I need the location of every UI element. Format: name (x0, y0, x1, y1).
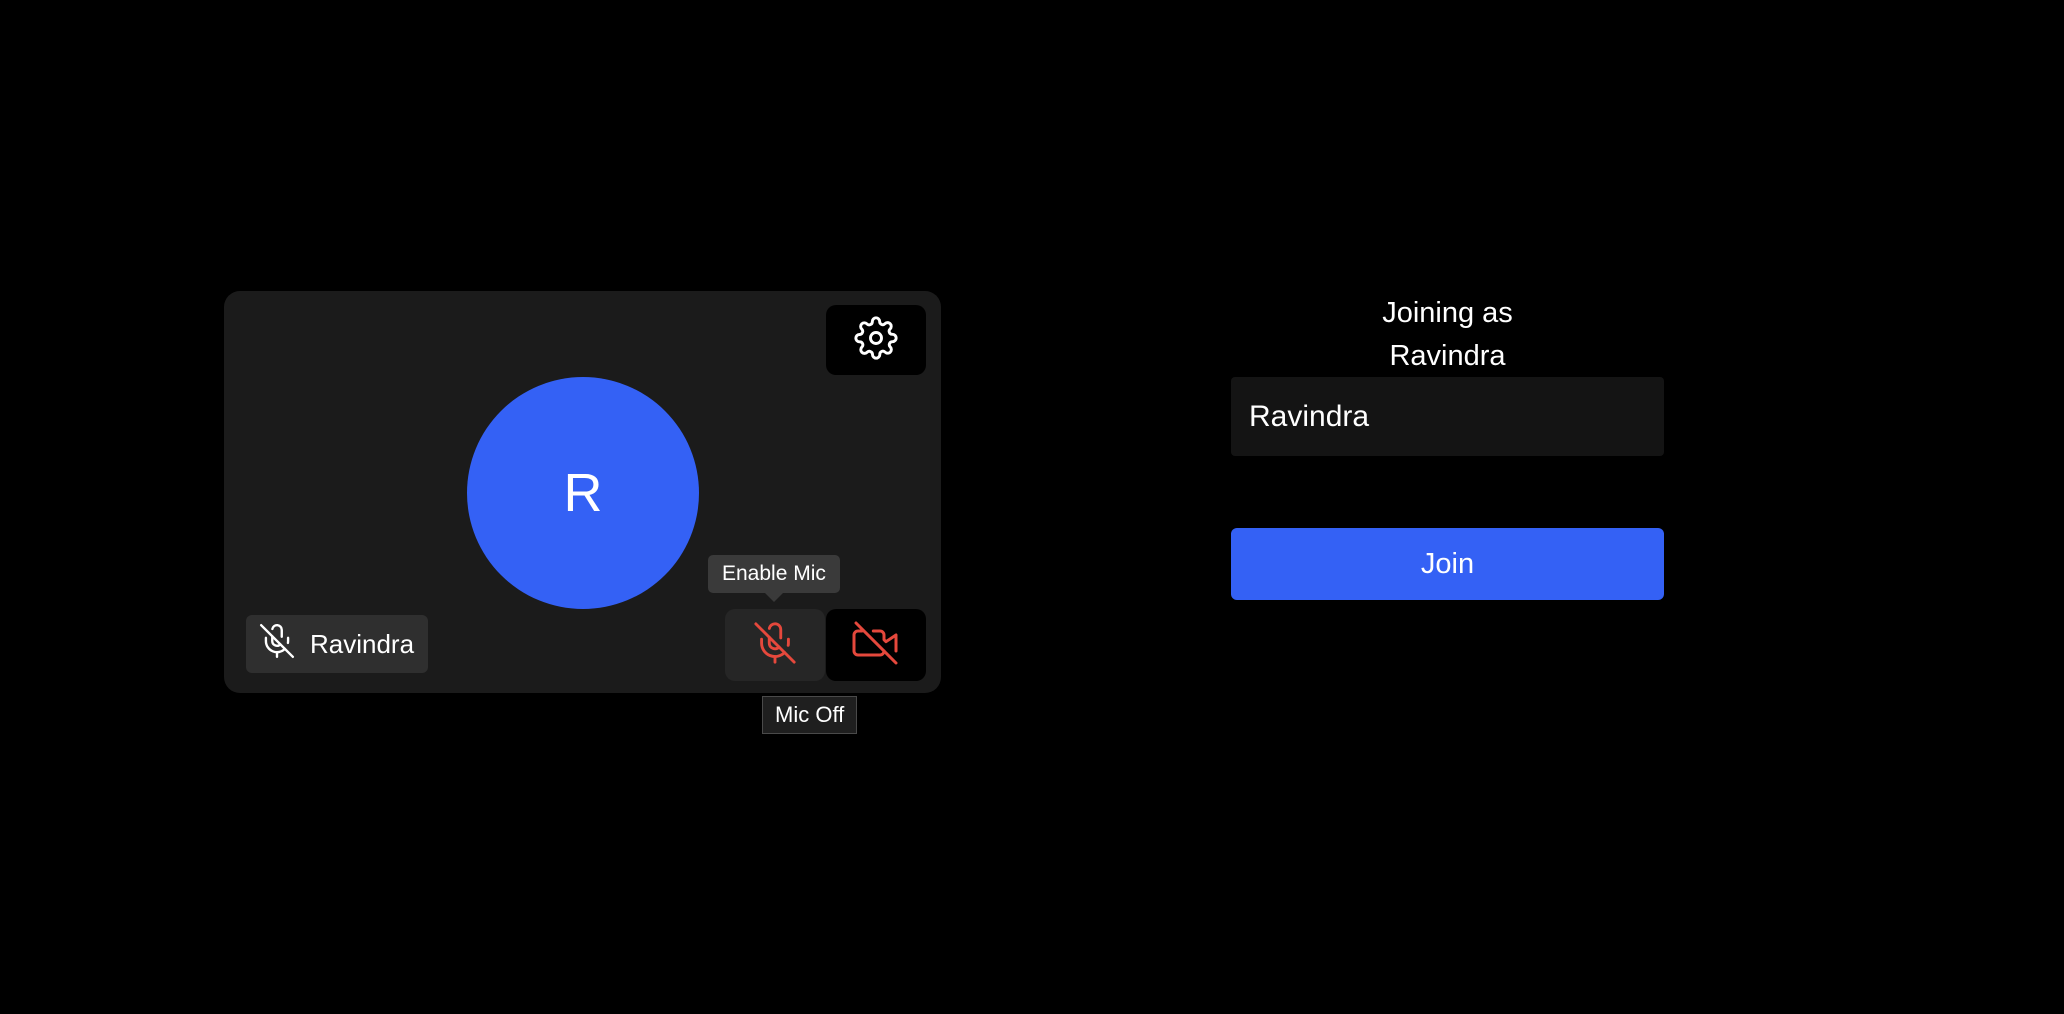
gear-icon (854, 315, 898, 365)
mic-status-text: Mic Off (775, 702, 845, 727)
mic-status-tooltip: Mic Off (762, 696, 858, 734)
mic-off-icon (752, 620, 798, 671)
mic-toggle-button[interactable] (725, 609, 825, 681)
participant-name: Ravindra (310, 628, 415, 659)
video-off-icon (852, 619, 900, 672)
avatar: R (467, 377, 699, 609)
join-button-label: Join (1420, 547, 1475, 580)
mic-off-icon (258, 622, 296, 667)
enable-mic-tooltip-text: Enable Mic (722, 562, 826, 585)
pre-join-screen: R Ravindra Enable Mic Mic Off Joining as… (0, 0, 2064, 1014)
avatar-initial: R (563, 463, 603, 523)
joining-as-label: Joining as (1382, 297, 1513, 329)
video-preview-tile: R Ravindra (224, 291, 941, 693)
join-button[interactable]: Join (1231, 528, 1664, 600)
joining-as-name: Ravindra (1389, 340, 1506, 372)
participant-name-badge: Ravindra (246, 615, 429, 673)
camera-toggle-button[interactable] (826, 609, 926, 681)
display-name-input[interactable] (1231, 377, 1664, 456)
settings-button[interactable] (826, 305, 926, 375)
joining-as-heading: Joining as Ravindra (1231, 292, 1664, 378)
enable-mic-tooltip: Enable Mic (708, 555, 840, 602)
